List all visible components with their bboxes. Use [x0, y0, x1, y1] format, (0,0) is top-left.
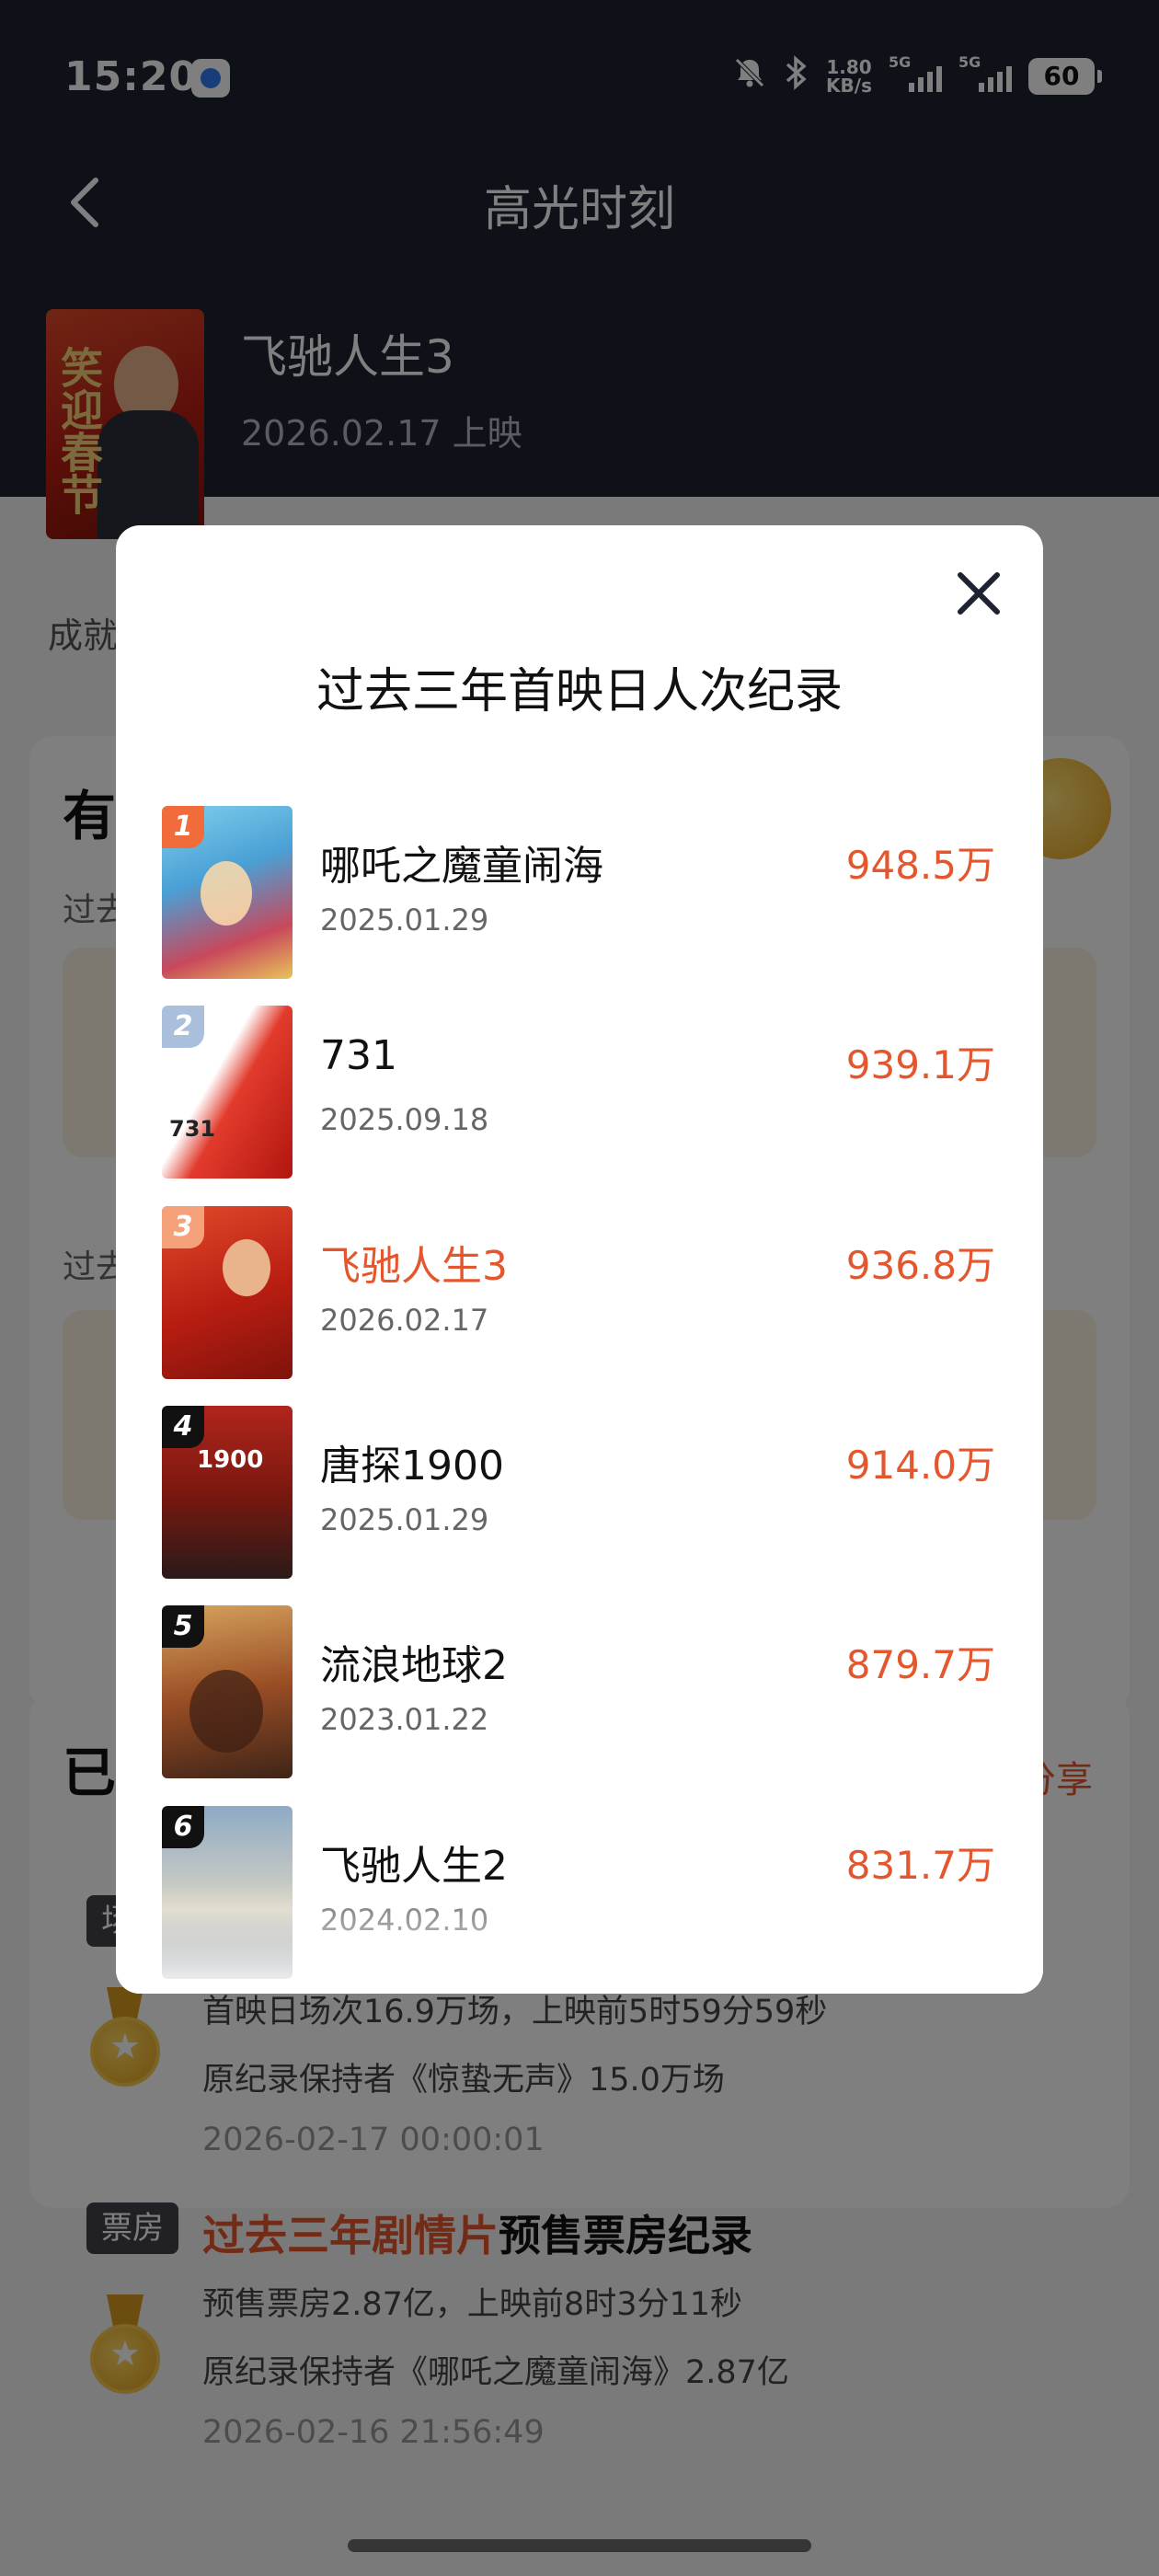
rank-badge: 3	[162, 1206, 204, 1248]
rank-badge: 6	[162, 1806, 204, 1848]
movie-name-current: 飞驰人生3	[320, 1243, 508, 1290]
movie-poster: 731 2	[162, 1006, 293, 1179]
rank-badge: 4	[162, 1406, 204, 1448]
movie-name: 哪吒之魔童闹海	[320, 843, 603, 890]
ranking-modal: 过去三年首映日人次纪录 1 哪吒之魔童闹海 2025.01.29 948.5万 …	[116, 525, 1043, 1994]
admissions-value: 939.1万	[845, 1042, 995, 1087]
modal-title: 过去三年首映日人次纪录	[316, 664, 843, 719]
rank-badge: 2	[162, 1006, 204, 1048]
movie-name: 731	[320, 1032, 397, 1079]
admissions-value: 879.7万	[845, 1642, 995, 1687]
admissions-value: 936.8万	[845, 1243, 995, 1288]
movie-name: 唐探1900	[320, 1443, 504, 1489]
rank-badge: 5	[162, 1605, 204, 1648]
movie-poster: 3	[162, 1206, 293, 1379]
ranking-list[interactable]: 1 哪吒之魔童闹海 2025.01.29 948.5万 731 2 731 20…	[116, 801, 1043, 1994]
admissions-value: 914.0万	[845, 1443, 995, 1488]
rank-badge: 1	[162, 806, 204, 848]
admissions-value: 831.7万	[845, 1843, 995, 1888]
movie-name: 流浪地球2	[320, 1642, 508, 1689]
movie-poster: 1900 4	[162, 1406, 293, 1579]
movie-poster: 1	[162, 806, 293, 979]
ranking-row[interactable]: 5 流浪地球2 2023.01.22 879.7万	[116, 1601, 1043, 1781]
movie-poster: 5	[162, 1605, 293, 1778]
ranking-row[interactable]: 6 飞驰人生2 2024.02.10 831.7万	[116, 1801, 1043, 1982]
movie-date: 2025.01.29	[320, 903, 489, 937]
movie-date: 2025.09.18	[320, 1102, 489, 1137]
ranking-row[interactable]: 1 哪吒之魔童闹海 2025.01.29 948.5万	[116, 801, 1043, 982]
movie-date: 2026.02.17	[320, 1303, 489, 1338]
ranking-row[interactable]: 3 飞驰人生3 2026.02.17 936.8万	[116, 1202, 1043, 1382]
close-button[interactable]	[947, 562, 1010, 625]
movie-date: 2024.02.10	[320, 1903, 489, 1938]
movie-date: 2023.01.22	[320, 1702, 489, 1737]
movie-poster: 6	[162, 1806, 293, 1979]
ranking-row[interactable]: 1900 4 唐探1900 2025.01.29 914.0万	[116, 1401, 1043, 1581]
admissions-value: 948.5万	[845, 843, 995, 888]
close-icon	[958, 572, 1000, 615]
movie-name: 飞驰人生2	[320, 1843, 508, 1890]
ranking-row[interactable]: 731 2 731 2025.09.18 939.1万	[116, 1001, 1043, 1181]
movie-date: 2025.01.29	[320, 1502, 489, 1537]
